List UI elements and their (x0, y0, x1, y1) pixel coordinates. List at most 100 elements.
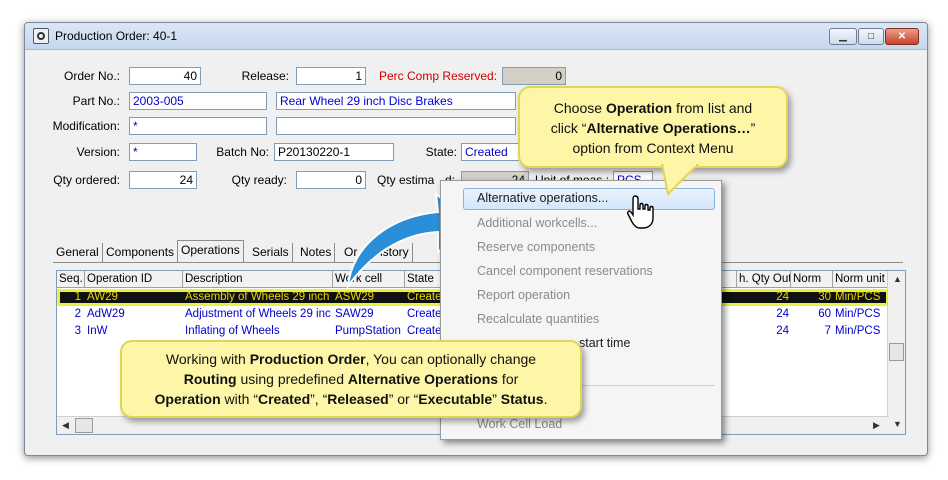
cell-description: Inflating of Wheels (185, 325, 280, 337)
batch-no-label: Batch No: (216, 145, 269, 159)
part-no-label: Part No.: (72, 94, 120, 108)
callout-bold: Routing (183, 371, 237, 387)
callout-text: for (498, 371, 519, 387)
version-label: Version: (76, 145, 120, 159)
batch-no-field[interactable]: P20130220-1 (274, 143, 394, 161)
cell-operation-id: AdW29 (87, 308, 125, 320)
cell-description: Assembly of Wheels 29 inch (185, 291, 330, 303)
callout-top-line2: click “Alternative Operations…” (520, 118, 786, 138)
callout-text: , You can optionally change (365, 351, 537, 367)
callout-bold: Operation (154, 391, 221, 407)
callout-bold: Production Order (249, 351, 366, 367)
version-field[interactable]: * (129, 143, 197, 161)
callout-text: . (543, 391, 548, 407)
tab-serials[interactable]: Serials (249, 243, 293, 262)
menu-item-additional-workcells[interactable]: Additional workcells... (477, 216, 597, 230)
callout-top: Choose Operation from list and click “Al… (518, 86, 788, 168)
hand-cursor-icon (627, 195, 654, 229)
cell-qty-out: 24 (776, 325, 789, 337)
vertical-scrollbar[interactable]: ▲ ▼ (887, 271, 905, 434)
callout-bold: Alternative Operations… (586, 120, 751, 136)
qty-estimated-label-start: Qty estima (377, 173, 435, 187)
menu-item-work-cell-load[interactable]: Work Cell Load (477, 417, 562, 431)
cell-seq: 2 (74, 308, 81, 320)
state-label: State: (425, 145, 457, 159)
cell-seq: 1 (74, 291, 81, 303)
perc-comp-label: Perc Comp Reserved: (379, 69, 498, 83)
col-header-seq[interactable]: Seq. (57, 271, 85, 288)
callout-bold: Executable (418, 391, 493, 407)
qty-ordered-label: Qty ordered: (53, 173, 120, 187)
tab-general[interactable]: General (53, 243, 103, 262)
cell-work-cell: PumpStation (335, 325, 401, 337)
scroll-up-arrow-icon[interactable]: ▲ (893, 274, 902, 284)
callout-top-line3: option from Context Menu (572, 140, 734, 156)
cell-description: Adjustment of Wheels 29 inc (185, 308, 331, 320)
cell-seq: 3 (74, 325, 81, 337)
perc-comp-field: 0 (502, 67, 566, 85)
callout-text: ” or “ (388, 391, 419, 407)
callout-top-line1: Choose Operation from list and (520, 98, 786, 118)
callout-text: ” (750, 120, 756, 136)
col-header-operation-id[interactable]: Operation ID (85, 271, 183, 288)
cell-norm-unit: Min/PCS (835, 291, 881, 303)
cell-work-cell: SAW29 (335, 308, 374, 320)
callout-bottom-line2: Routing using predefined Alternative Ope… (122, 369, 580, 389)
callout-bottom-line1: Working with Production Order, You can o… (122, 349, 580, 369)
menu-item-report-operation[interactable]: Report operation (477, 288, 570, 302)
callout-top-pointer (660, 164, 700, 196)
menu-item-alternative-operations[interactable]: Alternative operations... (477, 191, 608, 205)
cell-norm: 7 (824, 325, 831, 337)
tab-components[interactable]: Components (103, 243, 179, 262)
cell-norm-unit: Min/PCS (835, 325, 881, 337)
callout-text: from list and (672, 100, 753, 116)
release-field[interactable]: 1 (296, 67, 366, 85)
col-header-norm-unit[interactable]: Norm unit (833, 271, 889, 288)
callout-bold: Created (257, 391, 311, 407)
callout-bold: Alternative Operations (347, 371, 499, 387)
callout-bottom: Working with Production Order, You can o… (120, 340, 582, 418)
release-label: Release: (241, 69, 289, 83)
callout-text: Choose (553, 100, 606, 116)
callout-text: Working with (165, 351, 250, 367)
scroll-right-arrow-icon[interactable]: ▶ (873, 420, 880, 431)
cell-qty-out: 24 (776, 308, 789, 320)
menu-item-start-time[interactable]: start time (579, 336, 630, 350)
cell-norm: 60 (818, 308, 831, 320)
state-field: Created (461, 143, 521, 161)
col-header-description[interactable]: Description (183, 271, 333, 288)
vertical-scroll-thumb[interactable] (889, 343, 904, 361)
close-button[interactable]: ✕ (885, 28, 919, 45)
callout-bold: Operation (605, 100, 673, 116)
cell-norm-unit: Min/PCS (835, 308, 881, 320)
modification-label: Modification: (52, 119, 120, 133)
horizontal-scroll-thumb[interactable] (75, 418, 93, 433)
qty-ordered-field[interactable]: 24 (129, 171, 197, 189)
order-no-label: Order No.: (63, 69, 120, 83)
cell-operation-id: InW (87, 325, 108, 337)
part-no-field[interactable]: 2003-005 (129, 92, 267, 110)
menu-item-reserve-components[interactable]: Reserve components (477, 240, 595, 254)
minimize-button[interactable]: ▁ (829, 28, 857, 45)
part-description-field[interactable]: Rear Wheel 29 inch Disc Brakes (276, 92, 516, 110)
tab-operations[interactable]: Operations (177, 240, 244, 263)
callout-text: click “ (550, 120, 587, 136)
menu-item-cancel-reservations[interactable]: Cancel component reservations (477, 264, 653, 278)
scroll-left-arrow-icon[interactable]: ◀ (62, 420, 69, 431)
order-no-field[interactable]: 40 (129, 67, 201, 85)
menu-item-recalculate-quantities[interactable]: Recalculate quantities (477, 312, 599, 326)
callout-text: ” (492, 391, 501, 407)
tab-notes[interactable]: Notes (297, 243, 336, 262)
callout-text: with “ (220, 391, 258, 407)
callout-bold: Released (327, 391, 389, 407)
modification-field[interactable]: * (129, 117, 267, 135)
scroll-down-arrow-icon[interactable]: ▼ (893, 419, 902, 429)
cell-norm: 30 (818, 291, 831, 303)
maximize-button[interactable]: □ (858, 28, 884, 45)
qty-ready-label: Qty ready: (231, 173, 287, 187)
callout-bold: Status (500, 391, 544, 407)
callout-text: ”, “ (310, 391, 328, 407)
col-header-norm[interactable]: Norm (791, 271, 833, 288)
modification-description-field[interactable] (276, 117, 516, 135)
col-header-qty-out[interactable]: h. Qty Out (737, 271, 791, 288)
